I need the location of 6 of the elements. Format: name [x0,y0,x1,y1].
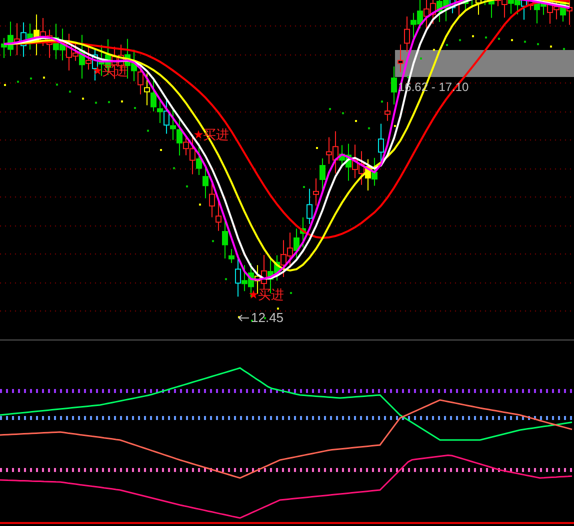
star-icon [93,66,102,75]
low-price-label: 12.45 [251,311,284,324]
buy-signal-label: 买进 [258,288,284,301]
star-icon [249,290,258,299]
left-arrow-icon [238,314,249,322]
star-icon [194,130,203,139]
